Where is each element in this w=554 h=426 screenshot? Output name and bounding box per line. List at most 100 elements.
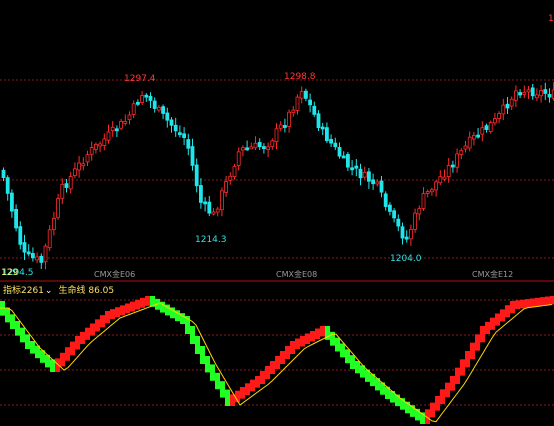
life-line-value: 86.05	[88, 286, 115, 296]
indicator-name-selector[interactable]: 指标2261	[3, 286, 44, 296]
candle-body	[337, 146, 342, 157]
contract-label-e12: CMX金E12	[472, 270, 514, 279]
indicator-bar	[5, 307, 10, 323]
indicator-bar	[310, 331, 315, 342]
high-label-2: 1298.8	[284, 72, 316, 82]
price-chart-svg[interactable]	[0, 0, 554, 426]
candle-body	[345, 154, 350, 168]
candle-body	[434, 181, 439, 191]
indicator-bar	[460, 359, 465, 376]
candle-body	[497, 113, 502, 119]
indicator-bar	[225, 389, 230, 406]
candle-body	[224, 181, 229, 193]
candle-body	[203, 201, 208, 205]
candle-body	[547, 94, 552, 98]
candle-body	[56, 198, 60, 218]
candle-body	[425, 191, 430, 194]
candle-body	[455, 153, 460, 168]
indicator-bar	[95, 319, 100, 332]
candle-body	[190, 146, 195, 166]
candle-body	[467, 136, 472, 149]
candle-body	[400, 226, 405, 239]
indicator-bar	[530, 298, 535, 308]
candle-body	[261, 146, 266, 149]
candle-body	[413, 212, 418, 230]
candle-body	[236, 151, 241, 166]
candle-body	[207, 201, 212, 214]
candle-body	[543, 89, 548, 94]
indicator-bar	[190, 326, 195, 344]
candle-body	[501, 104, 506, 115]
candle-body	[421, 193, 426, 209]
candle-body	[47, 229, 52, 249]
indicator-bar	[445, 382, 450, 398]
chart-window[interactable]: 1297.4 1298.8 1214.3 1204.0 1204.5 129 1…	[0, 0, 554, 426]
indicator-bar	[80, 331, 85, 344]
candle-body	[291, 109, 296, 114]
candle-body	[169, 119, 174, 126]
candle-body	[68, 176, 73, 190]
candle-body	[215, 208, 220, 213]
candle-body	[152, 100, 157, 109]
candle-body	[316, 113, 321, 128]
candle-body	[438, 176, 443, 184]
candle-body	[530, 87, 535, 97]
left-edge-overlay-label: 129	[1, 268, 19, 278]
indicator-bar	[345, 349, 350, 364]
indicator-bar	[15, 321, 20, 336]
candle-body	[417, 208, 422, 215]
candle-body	[354, 165, 359, 169]
candle-body	[98, 143, 102, 147]
candle-body	[450, 164, 455, 168]
candle-body	[303, 90, 308, 99]
candle-body	[73, 168, 77, 176]
candle-body	[148, 95, 153, 101]
candle-body	[526, 89, 531, 93]
candle-body	[514, 90, 518, 101]
candle-body	[245, 147, 250, 151]
candle-body	[173, 124, 178, 132]
candle-body	[442, 176, 447, 180]
candle-body	[333, 142, 338, 148]
candle-body	[278, 124, 283, 129]
chevron-down-icon[interactable]: ⌄	[45, 286, 53, 296]
indicator-bar	[10, 314, 15, 329]
candle-body	[52, 217, 56, 230]
candle-body	[287, 111, 292, 127]
candle-body	[144, 94, 149, 98]
candle-body	[371, 179, 376, 185]
candle-body	[94, 144, 98, 150]
candle-body	[22, 242, 27, 253]
candle-body	[404, 236, 409, 240]
candle-body	[375, 181, 380, 185]
candle-body	[115, 128, 119, 132]
candle-body	[362, 171, 367, 178]
indicator-bar	[350, 355, 355, 369]
indicator-bar	[140, 297, 145, 308]
candle-body	[1, 169, 6, 179]
indicator-bar	[210, 364, 215, 381]
indicator-bar	[335, 337, 340, 352]
candle-body	[480, 127, 485, 135]
candle-body	[509, 98, 514, 107]
indicator-bar	[475, 334, 480, 351]
candle-body	[270, 140, 275, 147]
candle-body	[14, 208, 19, 229]
indicator-bar	[90, 323, 95, 336]
candle-body	[249, 146, 254, 150]
candle-body	[266, 146, 271, 150]
indicator-bar	[290, 341, 295, 354]
candle-body	[476, 134, 481, 138]
candle-body	[535, 94, 539, 99]
candle-body	[253, 142, 258, 149]
candle-body	[219, 190, 224, 211]
candle-body	[308, 99, 313, 106]
indicator-bar	[440, 389, 445, 404]
indicator-bar	[260, 371, 265, 384]
contract-label-e06: CMX金E06	[94, 270, 136, 279]
indicator-bar	[115, 307, 120, 318]
candle-body	[492, 118, 497, 124]
candle-body	[85, 154, 90, 163]
candle-body	[358, 168, 363, 179]
indicator-bar	[550, 296, 554, 305]
